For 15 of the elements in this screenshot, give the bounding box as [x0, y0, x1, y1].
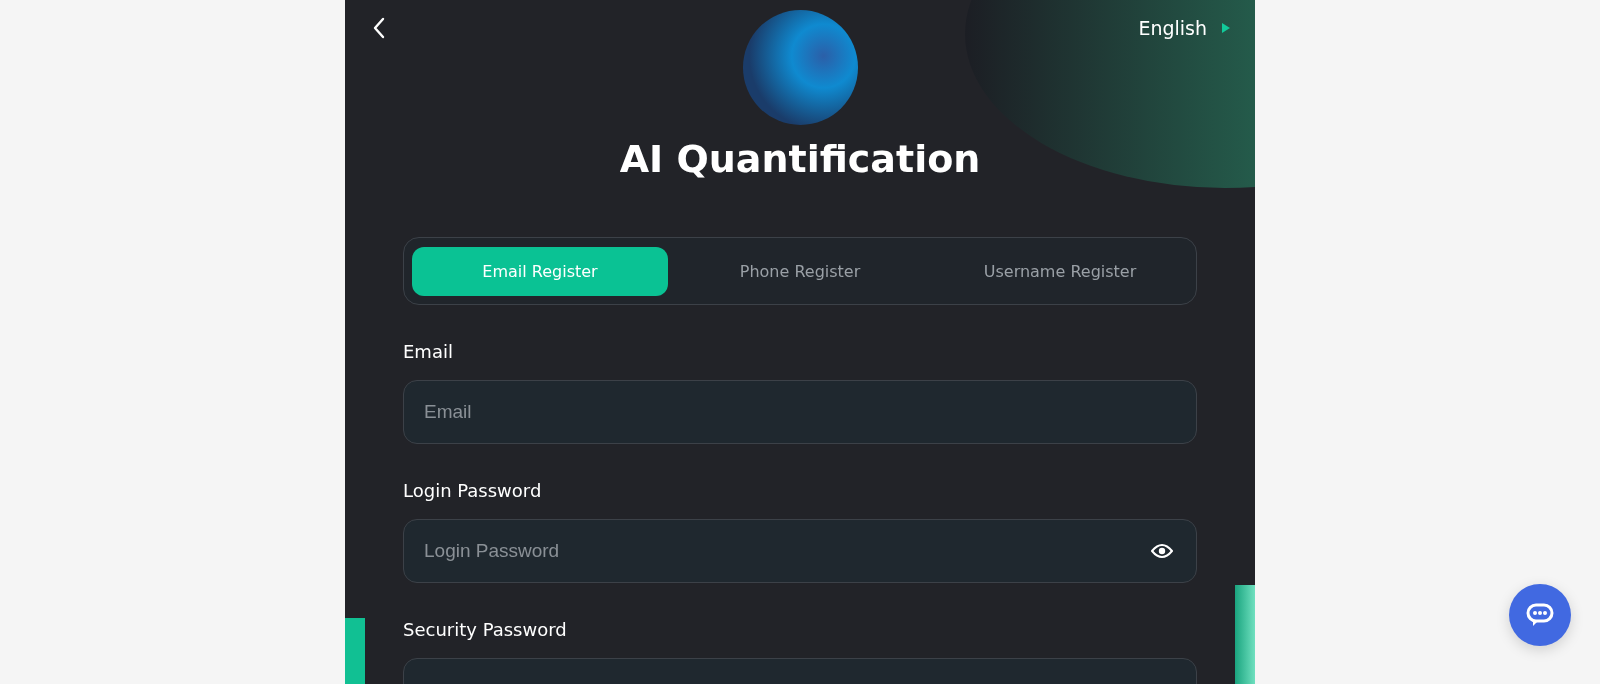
input-field[interactable]: Login Password — [403, 519, 1197, 583]
chat-button[interactable] — [1509, 584, 1571, 646]
input-field[interactable]: Email — [403, 380, 1197, 444]
field-label: Email — [403, 341, 454, 362]
triangle-icon — [1221, 22, 1231, 34]
register-tab[interactable]: Username Register — [932, 246, 1188, 296]
chat-icon — [1526, 602, 1554, 628]
language-selector[interactable]: English — [1138, 17, 1231, 39]
field-label: Login Password — [403, 480, 543, 501]
back-icon[interactable] — [372, 16, 386, 40]
eye-icon[interactable] — [1151, 543, 1173, 559]
field-label: Security Password — [403, 619, 568, 640]
app-title: AI Quantification — [618, 137, 982, 181]
register-tab[interactable]: Phone Register — [672, 246, 928, 296]
stripe-decoration — [345, 618, 365, 684]
